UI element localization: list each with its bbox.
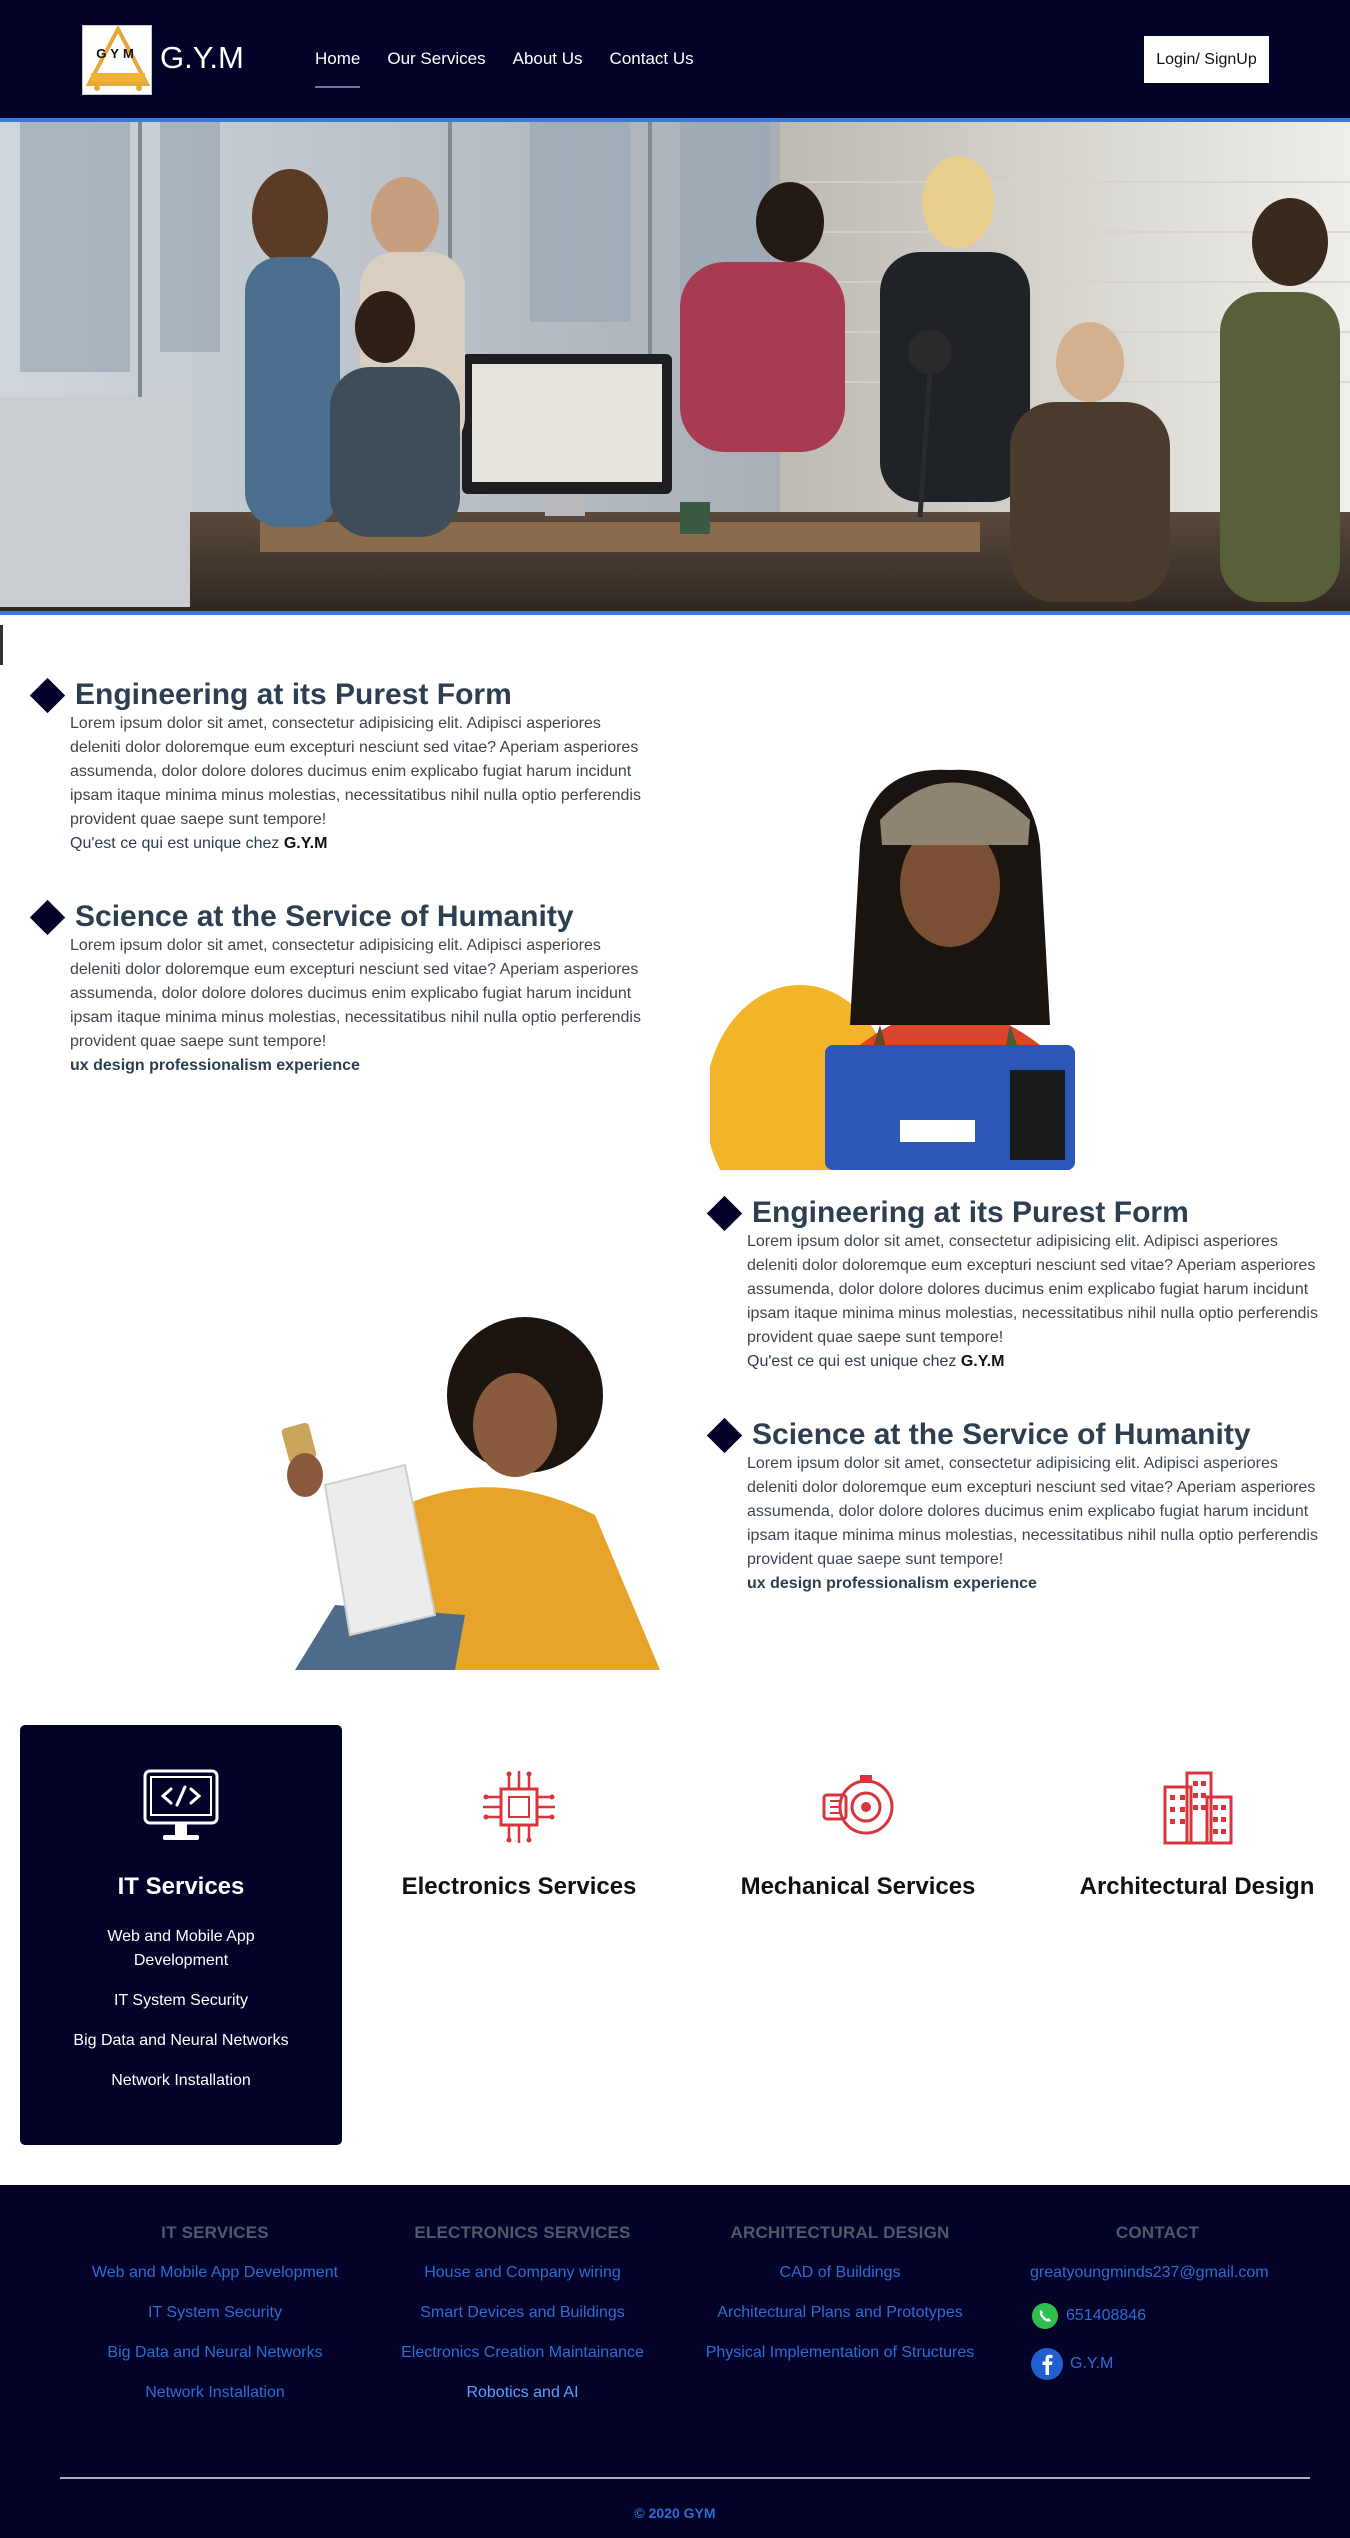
feature-block-3: Engineering at its Purest Form Lorem ips… [706, 1195, 1327, 1374]
service-card-electronics[interactable]: Electronics Services [358, 1725, 680, 2145]
circuit-chip-icon [483, 1771, 555, 1843]
monitor-code-icon [143, 1769, 219, 1840]
footer-link[interactable]: Web and Mobile App Development [60, 2261, 370, 2284]
feature-body: Lorem ipsum dolor sit amet, consectetur … [747, 1455, 1318, 1568]
footer-link[interactable]: Smart Devices and Buildings [385, 2301, 660, 2324]
footer: IT SERVICES Web and Mobile App Developme… [0, 2185, 1350, 2538]
whatsapp-icon [1032, 2303, 1058, 2329]
login-signup-button[interactable]: Login/ SignUp [1144, 36, 1269, 83]
footer-link[interactable]: Robotics and AI [385, 2381, 660, 2404]
service-card-it[interactable]: IT Services Web and Mobile App Developme… [20, 1725, 342, 2145]
diamond-bullet-icon [29, 899, 66, 935]
logo-letters: GYM [96, 46, 138, 61]
feature-tagline: ux design professionalism experience [747, 1575, 1037, 1592]
footer-col-contact: CONTACT greatyoungminds237@gmail.com 651… [1030, 2223, 1285, 2397]
footer-link[interactable]: Big Data and Neural Networks [60, 2341, 370, 2364]
gym-logo[interactable]: GYM [82, 25, 152, 95]
footer-divider [60, 2477, 1310, 2479]
footer-heading: CONTACT [1115, 2223, 1200, 2242]
feature-title: Science at the Service of Humanity [752, 1418, 1251, 1451]
service-title: Architectural Design [1079, 1873, 1315, 1900]
service-card-mechanical[interactable]: Mechanical Services [697, 1725, 1019, 2145]
service-item: Network Installation [111, 2072, 251, 2089]
footer-link[interactable]: Physical Implementation of Structures [690, 2341, 990, 2364]
hero-banner-image [0, 122, 1350, 615]
facebook-icon [1031, 2348, 1063, 2380]
footer-link[interactable]: House and Company wiring [385, 2261, 660, 2284]
nav-our-services[interactable]: Our Services [387, 49, 485, 69]
nav-contact-us[interactable]: Contact Us [610, 49, 694, 69]
feature-body: Lorem ipsum dolor sit amet, consectetur … [70, 937, 641, 1050]
footer-link[interactable]: Architectural Plans and Prototypes [690, 2301, 990, 2324]
feature-title: Engineering at its Purest Form [752, 1196, 1189, 1229]
feature-block-1: Engineering at its Purest Form Lorem ips… [29, 677, 650, 856]
service-card-architecture[interactable]: Architectural Design [1036, 1725, 1350, 2145]
woman-with-tablet-image [265, 1315, 665, 1670]
diamond-bullet-icon [706, 1195, 743, 1231]
feature-extra-brand: G.Y.M [283, 835, 328, 852]
buildings-icon [1163, 1771, 1233, 1845]
footer-link[interactable]: IT System Security [60, 2301, 370, 2324]
feature-block-4: Science at the Service of Humanity Lorem… [706, 1417, 1327, 1596]
footer-heading: ELECTRONICS SERVICES [414, 2223, 631, 2242]
feature-extra-brand: G.Y.M [960, 1353, 1005, 1370]
footer-col-it-services: IT SERVICES Web and Mobile App Developme… [60, 2223, 370, 2421]
feature-block-2: Science at the Service of Humanity Lorem… [29, 899, 650, 1078]
service-title: IT Services [117, 1873, 245, 1900]
navbar: GYM G.Y.M Home Our Services About Us Con… [0, 0, 1350, 122]
woman-with-laptop-image [710, 725, 1180, 1170]
copyright: © 2020 GYM [634, 2505, 716, 2521]
brand-name[interactable]: G.Y.M [160, 40, 244, 76]
footer-link[interactable]: Network Installation [60, 2381, 370, 2404]
service-item: Web and Mobile App Development [107, 1928, 255, 1969]
feature-body: Lorem ipsum dolor sit amet, consectetur … [70, 715, 641, 828]
main-nav: Home Our Services About Us Contact Us [315, 49, 721, 88]
contact-email-link[interactable]: greatyoungminds237@gmail.com [1030, 2261, 1285, 2284]
logo-graphic [85, 26, 151, 91]
diamond-bullet-icon [706, 1417, 743, 1453]
nav-about-us[interactable]: About Us [513, 49, 583, 69]
service-items: Web and Mobile App Development IT System… [60, 1925, 302, 2109]
feature-title: Engineering at its Purest Form [75, 678, 512, 711]
contact-phone: 651408846 [1066, 2307, 1147, 2324]
service-item: IT System Security [114, 1992, 248, 2009]
feature-extra-prefix: Qu'est ce qui est unique chez [70, 835, 284, 852]
feature-tagline: ux design professionalism experience [70, 1057, 360, 1074]
diamond-bullet-icon [29, 677, 66, 713]
footer-col-architecture: ARCHITECTURAL DESIGN CAD of Buildings Ar… [690, 2223, 990, 2381]
engine-icon [822, 1775, 894, 1835]
contact-facebook-row[interactable]: G.Y.M [1030, 2347, 1285, 2381]
service-title: Mechanical Services [740, 1873, 976, 1900]
feature-extra: Qu'est ce qui est unique chez G.Y.M [70, 832, 650, 856]
contact-facebook: G.Y.M [1070, 2355, 1114, 2372]
service-item: Big Data and Neural Networks [73, 2032, 289, 2049]
footer-heading: ARCHITECTURAL DESIGN [730, 2223, 950, 2242]
nav-home[interactable]: Home [315, 49, 361, 88]
service-title: Electronics Services [401, 1873, 637, 1900]
footer-heading: IT SERVICES [161, 2223, 269, 2242]
feature-title: Science at the Service of Humanity [75, 900, 574, 933]
footer-col-electronics: ELECTRONICS SERVICES House and Company w… [385, 2223, 660, 2421]
feature-extra: Qu'est ce qui est unique chez G.Y.M [747, 1350, 1327, 1374]
footer-link[interactable]: Electronics Creation Maintainance [385, 2341, 660, 2364]
feature-extra-prefix: Qu'est ce qui est unique chez [747, 1353, 961, 1370]
footer-link[interactable]: CAD of Buildings [690, 2261, 990, 2284]
feature-body: Lorem ipsum dolor sit amet, consectetur … [747, 1233, 1318, 1346]
contact-phone-row[interactable]: 651408846 [1030, 2301, 1285, 2331]
text-cursor [0, 625, 3, 665]
